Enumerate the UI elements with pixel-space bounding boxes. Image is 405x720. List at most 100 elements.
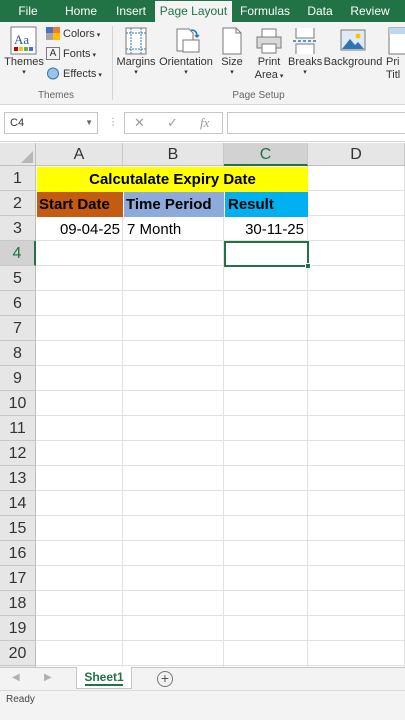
- formula-buttons: ✕ ✓ fx: [124, 112, 223, 134]
- tab-home[interactable]: Home: [58, 0, 104, 22]
- enter-check-icon[interactable]: ✓: [167, 115, 178, 131]
- row-gridline: [36, 440, 405, 441]
- cell-a1-title[interactable]: Calcutalate Expiry Date: [37, 167, 308, 192]
- formula-input[interactable]: [227, 112, 405, 134]
- chevron-down-icon[interactable]: ▼: [85, 113, 93, 133]
- tab-data[interactable]: Data: [300, 0, 340, 22]
- row-header-7[interactable]: 7: [0, 316, 36, 341]
- chevron-down-icon: ▾: [96, 72, 102, 79]
- row-gridline: [36, 315, 405, 316]
- column-header-a[interactable]: A: [36, 143, 123, 166]
- print-titles-button[interactable]: Pri Titl: [386, 26, 405, 82]
- print-titles-label-line1: Pri: [386, 56, 400, 68]
- cell-c2-result[interactable]: Result: [225, 192, 308, 217]
- orientation-button[interactable]: Orientation ▾: [157, 26, 215, 77]
- column-header-d[interactable]: D: [308, 143, 405, 166]
- themes-button[interactable]: Aa Themes ▾: [4, 26, 44, 77]
- row-gridline: [36, 640, 405, 641]
- row-gridline: [36, 615, 405, 616]
- margins-button[interactable]: Margins ▾: [115, 26, 157, 77]
- themes-group-label: Themes: [37, 90, 75, 101]
- print-titles-label-line2: Titl: [386, 69, 401, 81]
- row-header-17[interactable]: 17: [0, 566, 36, 591]
- scroll-sheets-left-icon[interactable]: ◀: [12, 672, 20, 683]
- page-setup-group-label: Page Setup: [232, 90, 285, 101]
- row-header-14[interactable]: 14: [0, 491, 36, 516]
- chevron-down-icon: ▾: [94, 32, 101, 39]
- row-gridline: [36, 340, 405, 341]
- select-all-button[interactable]: [0, 143, 36, 166]
- effects-label: Effects: [63, 68, 97, 80]
- spreadsheet-grid: ABCD 123456789101112131415161718192021 C…: [0, 143, 405, 667]
- row-header-4[interactable]: 4: [0, 241, 36, 266]
- row-header-20[interactable]: 20: [0, 641, 36, 666]
- tab-page-layout[interactable]: Page Layout: [155, 1, 232, 22]
- row-header-1[interactable]: 1: [0, 166, 36, 191]
- row-header-15[interactable]: 15: [0, 516, 36, 541]
- row-gridline: [36, 415, 405, 416]
- cell-c3[interactable]: 30-11-25: [225, 217, 308, 242]
- ribbon-page-layout: Aa Themes ▾ Colors ▾ A Fonts ▾ Effects ▾ …: [0, 22, 405, 105]
- size-button[interactable]: Size ▾: [216, 26, 248, 77]
- row-header-13[interactable]: 13: [0, 466, 36, 491]
- sheet-tab-label: Sheet1: [84, 670, 124, 684]
- row-header-19[interactable]: 19: [0, 616, 36, 641]
- colors-button[interactable]: Colors ▾: [46, 25, 100, 43]
- effects-button[interactable]: Effects ▾: [46, 65, 102, 83]
- effects-icon: [46, 67, 60, 80]
- row-gridline: [36, 565, 405, 566]
- row-gridline: [36, 390, 405, 391]
- row-header-5[interactable]: 5: [0, 266, 36, 291]
- cell-c4-selected[interactable]: [224, 241, 311, 269]
- row-header-6[interactable]: 6: [0, 291, 36, 316]
- tab-formulas[interactable]: Formulas: [236, 0, 294, 22]
- cell-b2-time-period[interactable]: Time Period: [124, 192, 224, 217]
- size-icon: [222, 27, 242, 55]
- excel-window: File Home Insert Page Layout Formulas Da…: [0, 0, 405, 720]
- orientation-icon: [176, 28, 200, 53]
- tab-review[interactable]: Review: [346, 0, 394, 22]
- tab-insert[interactable]: Insert: [109, 0, 153, 22]
- row-header-3[interactable]: 3: [0, 216, 36, 241]
- sheet-tab-sheet1[interactable]: Sheet1: [76, 667, 132, 689]
- themes-label: Themes: [4, 56, 44, 68]
- row-gridline: [36, 290, 405, 291]
- row-gridline: [36, 490, 405, 491]
- orientation-label: Orientation: [159, 56, 213, 68]
- name-box-value: C4: [10, 117, 25, 129]
- fonts-label: Fonts: [63, 48, 91, 60]
- cancel-icon[interactable]: ✕: [134, 115, 145, 131]
- sheet-tab-bar: ◀ ▶ Sheet1 +: [0, 667, 405, 690]
- cell-a3[interactable]: 09-04-25: [37, 217, 123, 242]
- resize-handle-icon[interactable]: ⋮: [108, 117, 118, 128]
- chevron-down-icon: ▾: [90, 52, 96, 59]
- background-button[interactable]: Background: [323, 26, 383, 69]
- active-sheet-underline: [85, 684, 123, 686]
- scroll-sheets-right-icon[interactable]: ▶: [44, 672, 52, 683]
- print-area-button[interactable]: Print Area ▾: [250, 26, 288, 83]
- row-header-2[interactable]: 2: [0, 191, 36, 216]
- row-header-9[interactable]: 9: [0, 366, 36, 391]
- background-label: Background: [323, 56, 383, 68]
- row-header-8[interactable]: 8: [0, 341, 36, 366]
- row-gridline: [36, 540, 405, 541]
- row-header-10[interactable]: 10: [0, 391, 36, 416]
- cell-b3[interactable]: 7 Month: [124, 217, 224, 242]
- breaks-button[interactable]: Breaks ▾: [288, 26, 322, 77]
- row-header-18[interactable]: 18: [0, 591, 36, 616]
- fonts-button[interactable]: A Fonts ▾: [46, 45, 96, 63]
- cell-a2-start-date[interactable]: Start Date: [37, 192, 123, 217]
- select-all-triangle-icon: [21, 151, 33, 163]
- fill-handle[interactable]: [305, 263, 311, 269]
- name-box[interactable]: C4 ▼: [4, 112, 98, 134]
- row-gridline: [36, 265, 405, 266]
- tab-file[interactable]: File: [8, 0, 48, 22]
- row-header-12[interactable]: 12: [0, 441, 36, 466]
- add-sheet-plus-icon[interactable]: +: [157, 671, 173, 687]
- row-header-16[interactable]: 16: [0, 541, 36, 566]
- row-header-11[interactable]: 11: [0, 416, 36, 441]
- column-header-b[interactable]: B: [123, 143, 224, 166]
- insert-function-icon[interactable]: fx: [200, 115, 209, 131]
- column-header-c[interactable]: C: [224, 143, 308, 166]
- colors-icon: [46, 26, 60, 40]
